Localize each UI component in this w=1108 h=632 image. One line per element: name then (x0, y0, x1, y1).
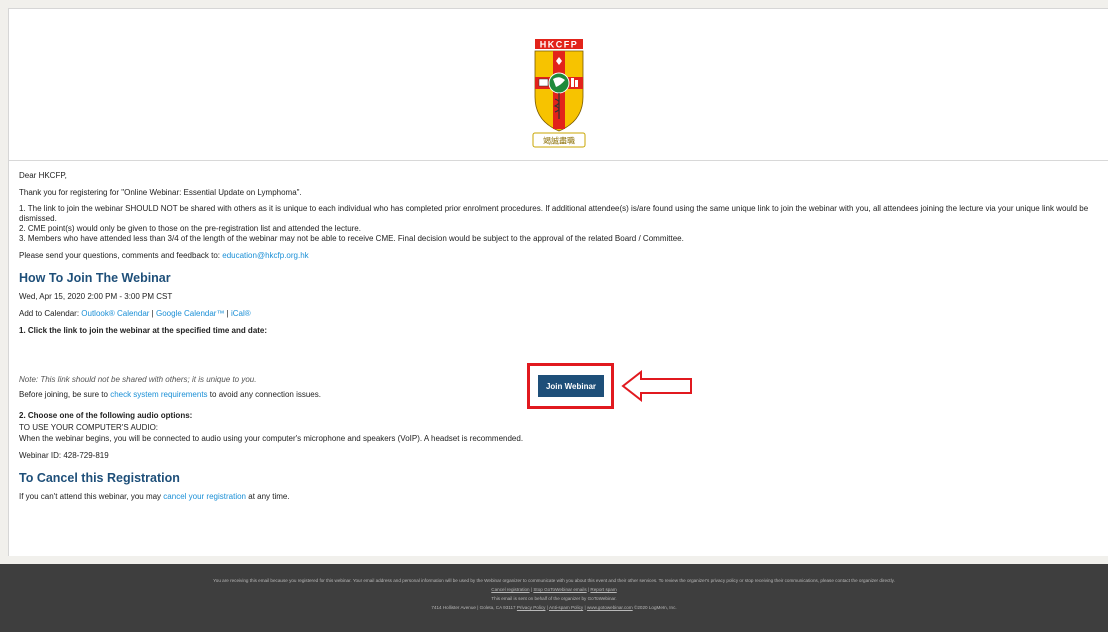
privacy-policy-link[interactable]: Privacy Policy (517, 605, 546, 610)
rule-item: 3. Members who have attended less than 3… (19, 234, 684, 243)
join-webinar-button[interactable]: Join Webinar (538, 375, 604, 397)
header-divider (9, 160, 1108, 161)
step-1-label: 1. Click the link to join the webinar at… (19, 326, 268, 335)
footer-cancel-registration-link[interactable]: Cancel registration (491, 587, 529, 592)
report-spam-link[interactable]: Report spam (590, 587, 616, 592)
top-margin (0, 0, 1108, 8)
footer: You are receiving this email because you… (0, 564, 1108, 632)
audio-title: TO USE YOUR COMPUTER'S AUDIO: (19, 423, 159, 432)
ical-link[interactable]: iCal® (231, 309, 251, 318)
system-requirements-link[interactable]: check system requirements (110, 390, 207, 399)
crest-icon: HKCFP 竭誠盡職 (532, 39, 586, 148)
anti-spam-policy-link[interactable]: Anti-spam Policy (549, 605, 583, 610)
stop-emails-link[interactable]: Stop GoToWebinar emails (533, 587, 586, 592)
footer-address-line: 7414 Hollister Avenue | Goleta, CA 93117… (431, 605, 677, 610)
join-heading: How To Join The Webinar (19, 271, 171, 285)
step-2-label: 2. Choose one of the following audio opt… (19, 411, 193, 420)
add-to-calendar: Add to Calendar: Outlook® Calendar | Goo… (19, 309, 251, 318)
audio-description: When the webinar begins, you will be con… (19, 434, 524, 443)
google-calendar-link[interactable]: Google Calendar™ (156, 309, 224, 318)
footer-notice: You are receiving this email because you… (213, 578, 895, 583)
webinar-datetime: Wed, Apr 15, 2020 2:00 PM - 3:00 PM CST (19, 292, 173, 301)
svg-text:HKCFP: HKCFP (540, 40, 579, 50)
gotowebinar-site-link[interactable]: www.gotowebinar.com (587, 605, 633, 610)
intro-text: Thank you for registering for "Online We… (19, 188, 302, 197)
cancel-heading: To Cancel this Registration (19, 471, 180, 485)
footer-behalf: This email is sent on behalf of the orga… (491, 596, 617, 601)
contact-email-link[interactable]: education@hkcfp.org.hk (222, 251, 308, 260)
cancel-line: If you can't attend this webinar, you ma… (19, 492, 290, 501)
rule-item: 1. The link to join the webinar SHOULD N… (19, 204, 1089, 223)
footer-spacer (0, 556, 1108, 564)
hkcfp-logo: HKCFP 竭誠盡職 (529, 39, 589, 151)
left-arrow-icon (621, 370, 692, 402)
join-button-highlight: Join Webinar (527, 363, 614, 409)
rule-item: 2. CME point(s) would only be given to t… (19, 224, 361, 233)
footer-links: Cancel registration | Stop GoToWebinar e… (491, 587, 617, 592)
outlook-calendar-link[interactable]: Outlook® Calendar (81, 309, 149, 318)
greeting: Dear HKCFP, (19, 171, 67, 180)
logo-motto: 竭誠盡職 (543, 136, 575, 146)
webinar-id: Webinar ID: 428-729-819 (19, 451, 109, 460)
email-body: HKCFP 竭誠盡職 Dear HKCFP, Thank you for reg… (8, 8, 1108, 632)
contact-line: Please send your questions, comments and… (19, 251, 309, 260)
cancel-registration-link[interactable]: cancel your registration (163, 492, 246, 501)
message-content: Dear HKCFP, Thank you for registering fo… (19, 170, 1104, 508)
rules-list: 1. The link to join the webinar SHOULD N… (19, 204, 1104, 244)
